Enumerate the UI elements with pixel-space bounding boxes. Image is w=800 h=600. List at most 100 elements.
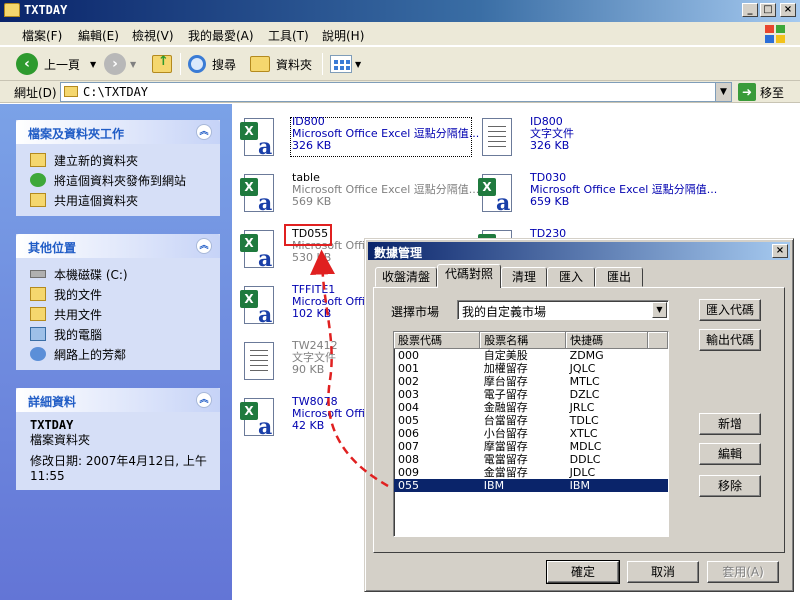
remove-button[interactable]: 移除 <box>699 475 761 497</box>
search-button[interactable]: 搜尋 <box>188 52 236 76</box>
table-row[interactable]: 007 摩當留存 MDLC <box>394 440 668 453</box>
ok-button[interactable]: 確定 <box>546 560 620 584</box>
other-places-header[interactable]: 其他位置 ︽ <box>16 234 220 258</box>
folder-icon <box>64 86 78 97</box>
place-my-computer[interactable]: 我的電腦 <box>30 324 220 344</box>
forward-button[interactable]: › ▼ <box>104 52 136 76</box>
menu-favorites[interactable]: 我的最愛(A) <box>188 27 254 44</box>
place-local-disk[interactable]: 本機磁碟 (C:) <box>30 264 220 284</box>
table-row[interactable]: 001 加權留存 JQLC <box>394 362 668 375</box>
table-row[interactable]: 008 電當留存 DDLC <box>394 453 668 466</box>
file-size: 326 KB <box>530 139 570 152</box>
cell-name: 加權留存 <box>483 362 528 375</box>
collapse-chevron-icon[interactable]: ︽ <box>196 124 212 140</box>
task-label: 建立新的資料夾 <box>54 153 139 168</box>
cell-name: 摩當留存 <box>483 440 528 453</box>
dialog-close-button[interactable]: × <box>772 244 788 258</box>
export-code-button[interactable]: 輸出代碼 <box>699 329 761 351</box>
menu-edit[interactable]: 編輯(E) <box>78 27 119 44</box>
share-folder-icon <box>30 193 46 207</box>
file-item[interactable]: Xa ID800 Microsoft Office Excel 逗點分隔值...… <box>240 116 479 160</box>
details-header[interactable]: 詳細資料 ︽ <box>16 388 220 412</box>
market-select[interactable]: 我的自定義市場 ▼ <box>457 300 669 320</box>
file-size: 659 KB <box>530 195 570 208</box>
file-item[interactable]: ID800 文字文件 326 KB <box>478 116 710 160</box>
cell-shortcut: TDLC <box>569 414 599 427</box>
table-row[interactable]: 000 自定美股 ZDMG <box>394 349 668 363</box>
address-input[interactable]: C:\TXTDAY ▼ <box>60 82 732 102</box>
chevron-down-icon: ▼ <box>355 59 362 69</box>
apply-button[interactable]: 套用(A) <box>707 561 779 583</box>
title-bar[interactable]: TXTDAY _ □ × <box>0 0 800 22</box>
collapse-chevron-icon[interactable]: ︽ <box>196 238 212 254</box>
cell-filler <box>648 414 668 427</box>
windows-logo-icon <box>764 24 786 44</box>
minimize-button[interactable]: _ <box>742 3 758 17</box>
table-row[interactable]: 002 摩台留存 MTLC <box>394 375 668 388</box>
close-button[interactable]: × <box>780 3 796 17</box>
table-row[interactable]: 006 小台留存 XTLC <box>394 427 668 440</box>
file-tasks-header[interactable]: 檔案及資料夾工作 ︽ <box>16 120 220 144</box>
tab-export[interactable]: 匯出 <box>595 267 643 287</box>
place-my-documents[interactable]: 我的文件 <box>30 284 220 304</box>
cell-code: 009 <box>398 466 419 479</box>
col-header-shortcut[interactable]: 快捷碼 <box>565 332 649 349</box>
collapse-chevron-icon[interactable]: ︽ <box>196 392 212 408</box>
import-code-button[interactable]: 匯入代碼 <box>699 299 761 321</box>
maximize-button[interactable]: □ <box>760 3 776 17</box>
place-shared-documents[interactable]: 共用文件 <box>30 304 220 324</box>
table-row[interactable]: 005 台當留存 TDLC <box>394 414 668 427</box>
cell-code: 004 <box>398 401 419 414</box>
menu-file[interactable]: 檔案(F) <box>22 27 62 44</box>
place-network[interactable]: 網路上的芳鄰 <box>30 344 220 364</box>
code-table[interactable]: 股票代碼 股票名稱 快捷碼 000 自定美股 ZDMG 001 加權留存 JQLC 002 摩… <box>393 331 669 537</box>
excel-csv-icon: Xa <box>240 172 280 216</box>
network-icon <box>30 347 46 361</box>
folders-button[interactable]: 資料夾 <box>250 52 312 76</box>
views-button[interactable]: ▼ <box>330 52 361 76</box>
tab-clean[interactable]: 清理 <box>501 267 547 287</box>
toolbar: ‹ 上一頁 ▼ › ▼ ↑ 搜尋 資料夾 ▼ <box>0 47 800 81</box>
up-folder-button[interactable]: ↑ <box>152 52 172 76</box>
file-item[interactable]: Xa table Microsoft Office Excel 逗點分隔值...… <box>240 172 479 216</box>
task-pane: 檔案及資料夾工作 ︽ 建立新的資料夾 將這個資料夾發佈到網站 共用這個資料夾 其… <box>0 104 232 600</box>
chevron-down-icon[interactable]: ▼ <box>652 302 667 318</box>
tab-close-clear[interactable]: 收盤清盤 <box>375 267 437 287</box>
go-arrow-icon: ➜ <box>738 83 756 101</box>
address-dropdown-button[interactable]: ▼ <box>715 83 731 101</box>
col-header-code[interactable]: 股票代碼 <box>394 332 481 349</box>
back-label: 上一頁 <box>44 57 81 72</box>
task-new-folder[interactable]: 建立新的資料夾 <box>30 150 220 170</box>
col-header-name[interactable]: 股票名稱 <box>479 332 567 349</box>
cancel-button[interactable]: 取消 <box>627 561 699 583</box>
cell-shortcut: DDLC <box>569 453 601 466</box>
menu-tools[interactable]: 工具(T) <box>268 27 309 44</box>
menu-help[interactable]: 說明(H) <box>322 27 364 44</box>
edit-button[interactable]: 編輯 <box>699 443 761 465</box>
file-size: 42 KB <box>292 419 325 432</box>
cell-name: 台當留存 <box>483 414 528 427</box>
cell-name: 摩台留存 <box>483 375 528 388</box>
tab-import[interactable]: 匯入 <box>547 267 595 287</box>
menu-view[interactable]: 檢視(V) <box>132 27 174 44</box>
back-button[interactable]: ‹ 上一頁 ▼ <box>16 52 96 76</box>
go-button[interactable]: ➜ 移至 <box>738 83 784 101</box>
dialog-title-bar[interactable]: 數據管理 × <box>368 242 790 260</box>
task-label: 共用這個資料夾 <box>54 193 139 208</box>
excel-csv-icon: Xa <box>478 172 518 216</box>
file-item[interactable]: Xa TD030 Microsoft Office Excel 逗點分隔值...… <box>478 172 717 216</box>
data-management-dialog: 數據管理 × 收盤清盤 代碼對照 清理 匯入 匯出 選擇市場 我的自定義市場 ▼… <box>364 238 794 592</box>
table-row[interactable]: 004 金融留存 JRLC <box>394 401 668 414</box>
table-row[interactable]: 003 電子留存 DZLC <box>394 388 668 401</box>
task-publish-web[interactable]: 將這個資料夾發佈到網站 <box>30 170 220 190</box>
excel-csv-icon: Xa <box>240 284 280 328</box>
cell-filler <box>648 362 668 375</box>
add-button[interactable]: 新增 <box>699 413 761 435</box>
task-share-folder[interactable]: 共用這個資料夾 <box>30 190 220 210</box>
cell-filler <box>648 453 668 466</box>
market-value: 我的自定義市場 <box>462 305 547 319</box>
table-row[interactable]: 009 金當留存 JDLC <box>394 466 668 479</box>
table-row[interactable]: 055 IBM IBM <box>394 479 668 492</box>
place-label: 共用文件 <box>54 307 103 322</box>
tab-code-mapping[interactable]: 代碼對照 <box>437 264 501 288</box>
